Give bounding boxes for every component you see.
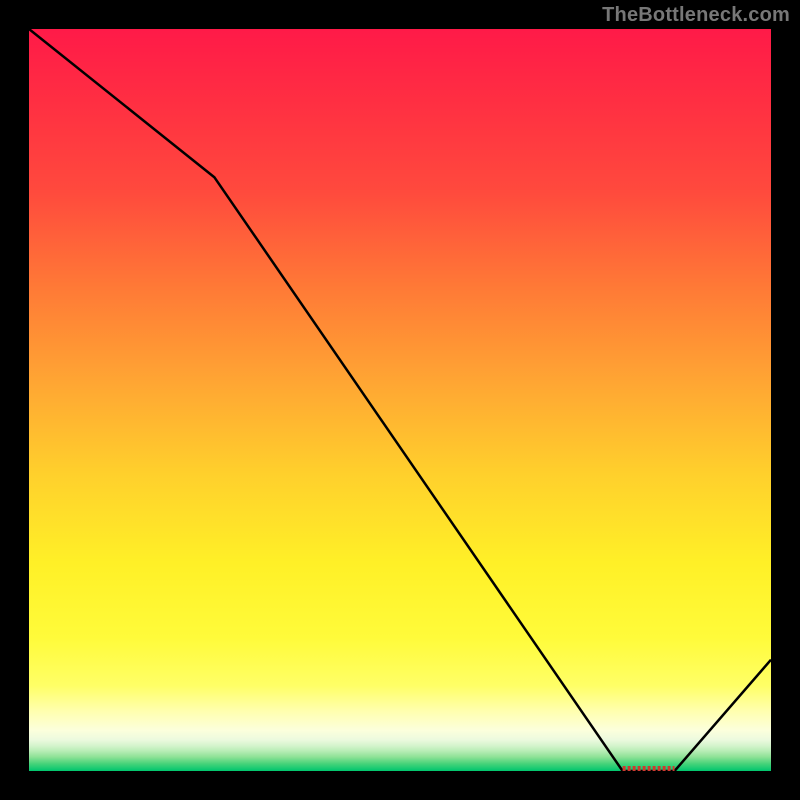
gradient-background xyxy=(29,29,771,771)
plot-area xyxy=(29,29,771,771)
chart-svg xyxy=(29,29,771,771)
chart-root: TheBottleneck.com xyxy=(0,0,800,800)
attribution-label: TheBottleneck.com xyxy=(602,4,790,27)
